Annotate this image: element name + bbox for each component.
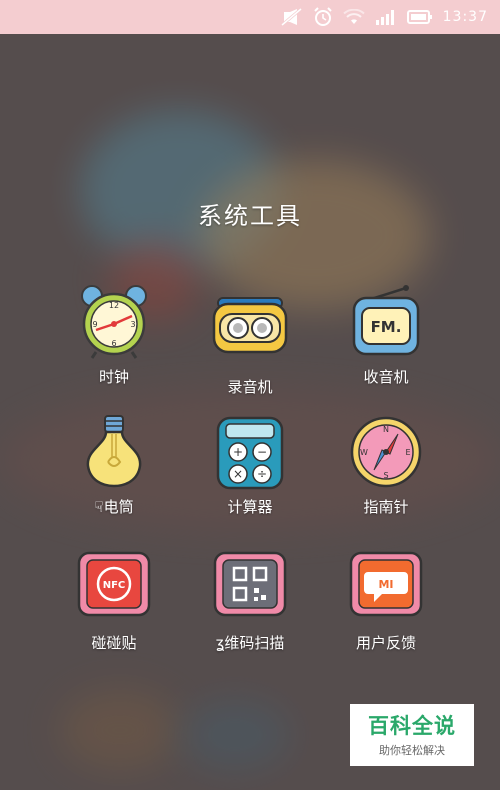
app-nfc[interactable]: NFC 碰碰贴 — [54, 550, 174, 653]
svg-text:3: 3 — [130, 320, 135, 329]
app-label: ʓ维码扫描 — [190, 632, 310, 653]
app-qr-scanner[interactable]: ʓ维码扫描 — [190, 550, 310, 653]
app-radio[interactable]: FM. 收音机 — [326, 284, 446, 387]
recorder-icon — [212, 294, 288, 370]
mi-feedback-icon: MI — [348, 550, 424, 626]
svg-text:+: + — [233, 445, 243, 459]
mi-text: MI — [378, 578, 393, 591]
svg-text:9: 9 — [92, 320, 97, 329]
svg-text:W: W — [360, 448, 368, 457]
app-label: 录音机 — [227, 378, 273, 396]
app-calculator[interactable]: + − × ÷ 计算器 — [190, 414, 310, 517]
folder-overlay — [0, 34, 500, 790]
lightbulb-icon — [76, 414, 152, 490]
app-compass[interactable]: N S W E 指南针 — [326, 414, 446, 517]
app-label: 碰碰贴 — [91, 634, 137, 652]
app-label: 计算器 — [227, 498, 273, 516]
calculator-icon: + − × ÷ — [212, 414, 288, 490]
app-label: 指南针 — [363, 498, 409, 516]
app-recorder[interactable]: 录音机 — [190, 294, 310, 397]
wifi-icon — [342, 9, 365, 25]
app-label: 收音机 — [363, 368, 409, 386]
watermark-title: 百科全说 — [368, 714, 456, 738]
folder-title[interactable]: 系统工具 — [0, 196, 500, 231]
svg-text:12: 12 — [109, 301, 119, 310]
mute-icon — [280, 8, 303, 26]
status-time: 13:37 — [442, 9, 488, 25]
app-label: 时钟 — [98, 368, 129, 386]
app-label: 用户反馈 — [355, 634, 416, 652]
app-label-text: 电筒 — [103, 498, 134, 516]
svg-text:÷: ÷ — [257, 467, 267, 481]
battery-icon — [406, 9, 433, 25]
svg-text:×: × — [233, 467, 243, 481]
hand-icon: ☟ — [94, 498, 104, 516]
status-bar: 13:37 — [0, 0, 500, 34]
watermark-subtitle: 助你轻松解决 — [379, 744, 445, 757]
app-label: ☟电筒 — [54, 496, 174, 517]
svg-text:N: N — [383, 425, 389, 434]
svg-text:−: − — [257, 445, 267, 459]
watermark: 百科全说 助你轻松解决 — [350, 704, 474, 766]
alarm-clock-icon: 12 3 6 9 — [76, 284, 152, 360]
radio-icon: FM. — [348, 284, 424, 360]
app-feedback[interactable]: MI 用户反馈 — [326, 550, 446, 653]
compass-icon: N S W E — [348, 414, 424, 490]
app-label-text: 维码扫描 — [224, 634, 285, 652]
app-clock[interactable]: 12 3 6 9 时钟 — [54, 284, 174, 387]
app-flashlight[interactable]: ☟电筒 — [54, 414, 174, 517]
svg-text:6: 6 — [111, 339, 116, 348]
svg-text:E: E — [405, 448, 410, 457]
radio-fm-text: FM. — [371, 318, 402, 336]
qr-code-icon — [212, 550, 288, 626]
alarm-icon — [313, 7, 333, 27]
signal-icon — [375, 9, 397, 25]
svg-text:S: S — [383, 471, 388, 480]
nfc-icon: NFC — [76, 550, 152, 626]
nfc-text: NFC — [103, 580, 126, 591]
